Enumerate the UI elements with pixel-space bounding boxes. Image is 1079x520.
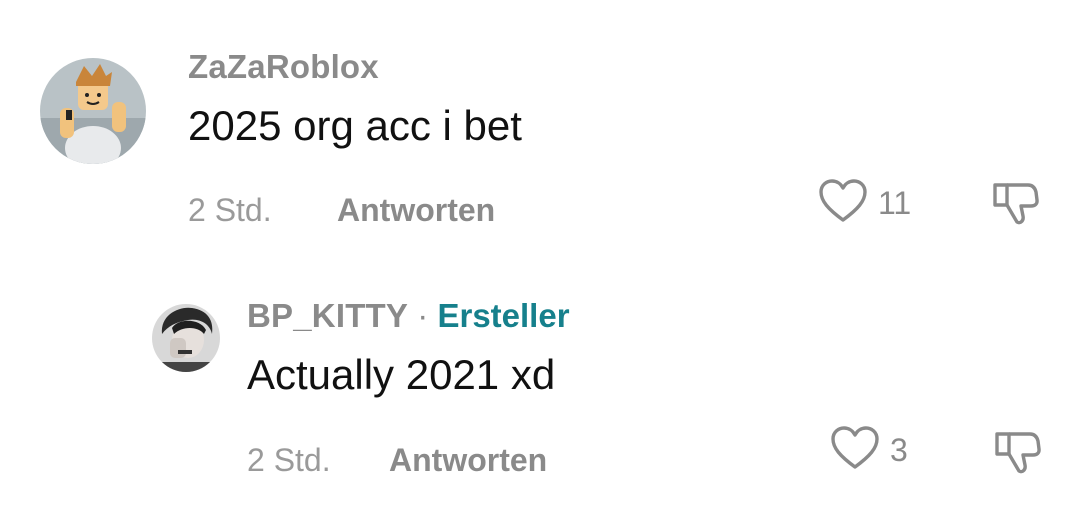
dislike-button[interactable] — [990, 178, 1040, 231]
timestamp: 2 Std. — [188, 192, 272, 228]
username[interactable]: BP_KITTY — [247, 297, 408, 334]
thumbs-down-icon — [992, 432, 1042, 479]
like-count: 11 — [878, 185, 912, 221]
username[interactable]: ZaZaRoblox — [188, 48, 379, 86]
separator: · — [417, 297, 438, 334]
username-row: BP_KITTY · Ersteller — [247, 297, 570, 335]
heart-outline-icon — [830, 425, 880, 476]
reply-button[interactable]: Antworten — [337, 192, 495, 229]
avatar[interactable] — [152, 304, 220, 372]
comment-text: Actually 2021 xd — [247, 351, 556, 398]
avatar[interactable] — [40, 58, 146, 164]
comment-text: 2025 org acc i bet — [188, 102, 522, 149]
comment-item: ZaZaRoblox 2025 org acc i bet 2 Std. Ant… — [0, 0, 1079, 250]
heart-outline-icon — [818, 178, 868, 229]
thumbs-down-icon — [990, 183, 1040, 230]
timestamp: 2 Std. — [247, 442, 331, 478]
like-button[interactable]: 3 — [830, 425, 908, 476]
reply-button[interactable]: Antworten — [389, 442, 547, 479]
reply-item: BP_KITTY · Ersteller Actually 2021 xd 2 … — [0, 250, 1079, 520]
like-button[interactable]: 11 — [818, 178, 911, 229]
dislike-button[interactable] — [992, 427, 1042, 480]
like-count: 3 — [890, 432, 908, 468]
creator-badge: Ersteller — [437, 297, 570, 334]
